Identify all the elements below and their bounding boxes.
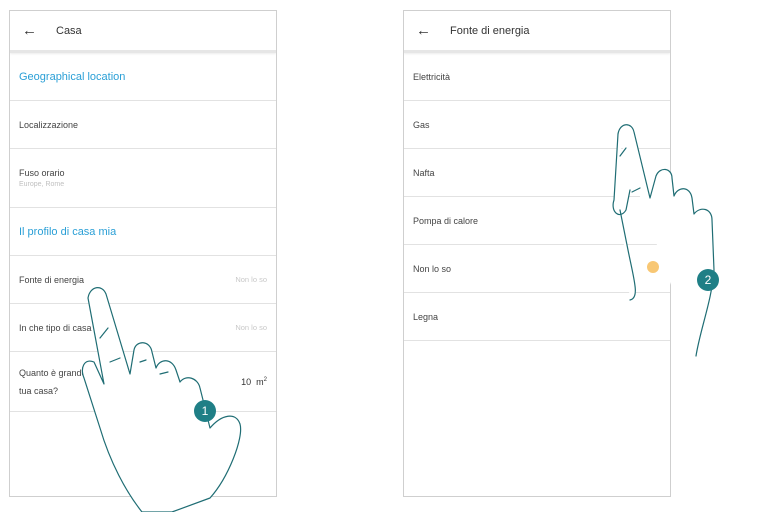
row-localizzazione[interactable]: Localizzazione (10, 101, 276, 149)
row-fuso-orario[interactable]: Fuso orario Europe, Rome (10, 149, 276, 208)
page-title: Fonte di energia (450, 24, 530, 37)
row-content: Fuso orario Europe, Rome (19, 168, 267, 188)
row-label: Localizzazione (19, 119, 79, 130)
step-badge-1: 1 (194, 400, 216, 422)
pointing-hand-icon (81, 287, 242, 512)
option-label: Elettricità (413, 71, 451, 82)
page-title: Casa (56, 24, 82, 37)
row-label: Fuso orario (19, 168, 65, 178)
arrow-left-icon[interactable]: ← (416, 23, 432, 38)
row-sublabel: Europe, Rome (19, 181, 65, 188)
section-geographical-location: Geographical location (10, 53, 276, 101)
section-title: Il profilo di casa mia (19, 225, 117, 238)
pointing-hand-icon (612, 124, 715, 357)
step-badge-2: 2 (697, 269, 719, 291)
option-elettricita[interactable]: Elettricità (404, 53, 670, 101)
app-bar: ← Fonte di energia (404, 11, 670, 53)
arrow-left-icon[interactable]: ← (22, 23, 38, 38)
section-title: Geographical location (19, 70, 126, 83)
section-profilo-casa: Il profilo di casa mia (10, 208, 276, 256)
app-bar: ← Casa (10, 11, 276, 53)
